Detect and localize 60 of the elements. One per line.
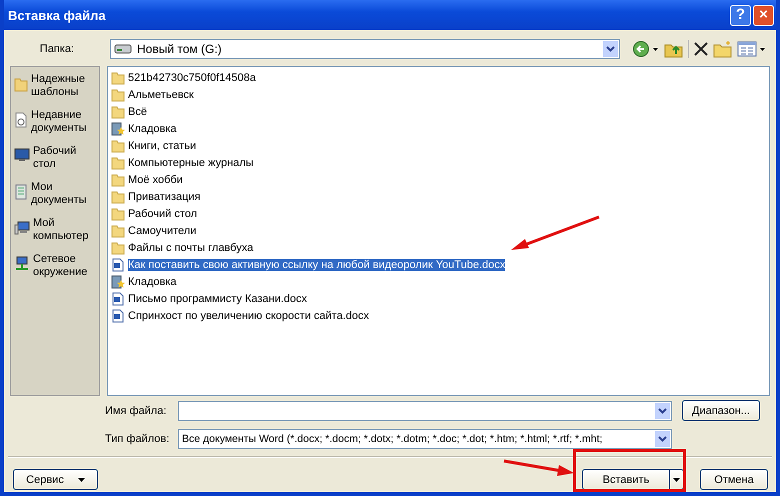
folder-icon — [111, 104, 125, 118]
folder-star-icon — [111, 274, 125, 288]
folder-label: Папка: — [38, 43, 75, 55]
file-item[interactable]: Компьютерные журналы — [111, 154, 256, 171]
delete-icon[interactable] — [693, 41, 709, 57]
network-icon — [14, 256, 30, 272]
file-item[interactable]: Файлы с почты главбуха — [111, 239, 256, 256]
folder-dropdown[interactable]: Новый том (G:) — [110, 39, 620, 59]
file-item[interactable]: Приватизация — [111, 188, 203, 205]
folder-icon — [111, 138, 125, 152]
word-document-icon — [111, 258, 125, 272]
drive-icon — [114, 43, 132, 55]
file-item[interactable]: Альметьевск — [111, 86, 196, 103]
file-item[interactable]: Спринхост по увеличению скорости сайта.docx — [111, 307, 371, 324]
folder-icon — [111, 156, 125, 170]
folder-icon — [14, 76, 28, 92]
file-item[interactable]: 521b42730c750f0f14508a — [111, 69, 258, 86]
folder-icon — [111, 88, 125, 102]
view-menu-icon[interactable] — [737, 40, 767, 58]
folder-icon — [111, 240, 125, 254]
insert-button[interactable]: Вставить — [582, 469, 670, 490]
file-type-dropdown[interactable]: Все документы Word (*.docx; *.docm; *.dotx; *.dotm; *.doc; *.dot; *.htm; *.html; *.rtf; *.mht; — [178, 428, 672, 448]
help-button[interactable]: ? — [730, 4, 751, 26]
file-item[interactable]: Самоучители — [111, 222, 198, 239]
file-name-field[interactable] — [178, 400, 672, 420]
window-title: Вставка файла — [8, 8, 107, 22]
file-item[interactable]: Кладовка — [111, 273, 178, 290]
places-item[interactable]: Надежные шаблоны — [11, 71, 99, 103]
places-item[interactable]: Мой компьютер — [11, 215, 99, 247]
file-item[interactable]: Книги, статьи — [111, 137, 198, 154]
folder-star-icon — [111, 122, 125, 136]
folder-icon — [111, 206, 125, 220]
file-item[interactable]: Письмо программисту Казани.docx — [111, 290, 310, 307]
close-button[interactable]: × — [753, 4, 774, 26]
folder-icon — [111, 172, 125, 186]
file-item[interactable]: Моё хобби — [111, 171, 185, 188]
file-type-label: Тип файлов: — [104, 432, 170, 444]
file-name-label: Имя файла: — [104, 404, 168, 416]
back-icon[interactable] — [632, 40, 660, 58]
places-item[interactable]: Мои документы — [11, 179, 99, 211]
caret-icon — [673, 478, 680, 482]
range-button[interactable]: Диапазон... — [682, 400, 760, 421]
places-item[interactable]: Рабочий стол — [11, 143, 99, 175]
folder-icon — [111, 190, 125, 204]
file-item[interactable]: Рабочий стол — [111, 205, 200, 222]
tools-button[interactable]: Сервис — [13, 469, 98, 490]
folder-icon — [111, 224, 125, 238]
computer-icon — [14, 220, 30, 236]
document-clock-icon — [14, 112, 28, 128]
word-document-icon — [111, 308, 125, 322]
monitor-icon — [14, 148, 30, 162]
file-item[interactable]: Кладовка — [111, 120, 178, 137]
places-item[interactable]: Сетевое окружение — [11, 251, 99, 283]
places-item[interactable]: Недавние документы — [11, 107, 99, 139]
folder-icon — [111, 70, 125, 84]
cancel-button[interactable]: Отмена — [700, 469, 768, 490]
caret-icon — [78, 478, 85, 482]
documents-icon — [14, 184, 28, 200]
file-item[interactable]: Всё — [111, 103, 149, 120]
word-document-icon — [111, 292, 125, 306]
